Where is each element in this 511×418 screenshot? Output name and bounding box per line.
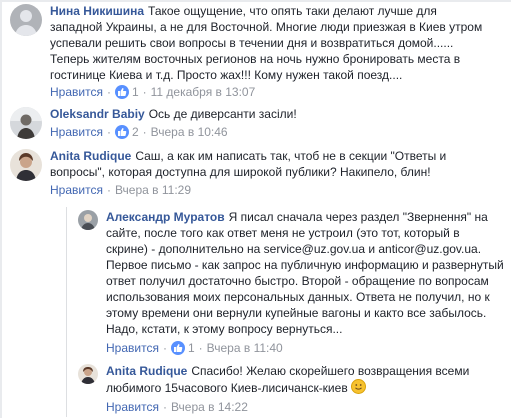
like-count-icon <box>114 125 129 139</box>
like-count[interactable]: 2 <box>132 125 139 139</box>
like-button[interactable]: Нравится <box>106 400 159 414</box>
comment-actions: Нравится · Вчера в 14:22 <box>106 400 248 414</box>
left-border <box>0 0 2 418</box>
comment-timestamp[interactable]: Вчера в 11:40 <box>207 341 283 355</box>
smiley-emoji-icon <box>351 379 367 394</box>
reply-body: Anita Rudique Спасибо! Желаю скорейшего в… <box>106 363 506 396</box>
avatar[interactable] <box>78 364 98 384</box>
like-button[interactable]: Нравится <box>50 125 103 139</box>
like-button[interactable]: Нравится <box>50 183 103 197</box>
comment-timestamp[interactable]: Вчера в 10:46 <box>151 125 228 139</box>
like-count[interactable]: 1 <box>188 341 195 355</box>
reply-body: Александр Муратов Я писал сначала через р… <box>106 209 506 337</box>
top-border <box>0 0 511 2</box>
avatar[interactable] <box>78 210 98 230</box>
comment-author[interactable]: Нина Никишина <box>50 4 144 18</box>
like-button[interactable]: Нравится <box>106 341 159 355</box>
comment-author[interactable]: Anita Rudique <box>106 364 187 378</box>
like-count-icon <box>170 341 185 355</box>
avatar[interactable] <box>10 149 42 181</box>
comment-timestamp[interactable]: Вчера в 14:22 <box>171 400 248 414</box>
comment-actions: Нравится · Вчера в 11:29 <box>50 183 192 197</box>
comment-body: Anita Rudique Саш, а как им написать так,… <box>50 148 510 180</box>
comment-timestamp[interactable]: 11 декабря в 13:07 <box>151 85 256 99</box>
like-count[interactable]: 1 <box>132 85 139 99</box>
comment-author[interactable]: Александр Муратов <box>106 210 225 224</box>
comment-timestamp[interactable]: Вчера в 11:29 <box>115 183 191 197</box>
like-count-icon <box>114 85 129 99</box>
reply-thread-line <box>66 207 67 417</box>
comment-body: Нина Никишина Такое ощущение, что опять т… <box>50 3 510 83</box>
avatar[interactable] <box>10 107 42 139</box>
comment-text: Ось де диверсанти засіли! <box>148 107 297 121</box>
comment-actions: Нравится · 1 · 11 декабря в 13:07 <box>50 85 256 99</box>
like-button[interactable]: Нравится <box>50 85 103 99</box>
comment-author[interactable]: Anita Rudique <box>50 149 131 163</box>
avatar[interactable] <box>10 4 42 36</box>
comment-body: Oleksandr Babiy Ось де диверсанти засіли! <box>50 106 510 122</box>
comment-actions: Нравится · 2 · Вчера в 10:46 <box>50 125 228 139</box>
comment-author[interactable]: Oleksandr Babiy <box>50 107 145 121</box>
comment-text: Я писал сначала через раздел "Звернення"… <box>106 210 504 336</box>
comment-actions: Нравится · 1 · Вчера в 11:40 <box>106 341 283 355</box>
